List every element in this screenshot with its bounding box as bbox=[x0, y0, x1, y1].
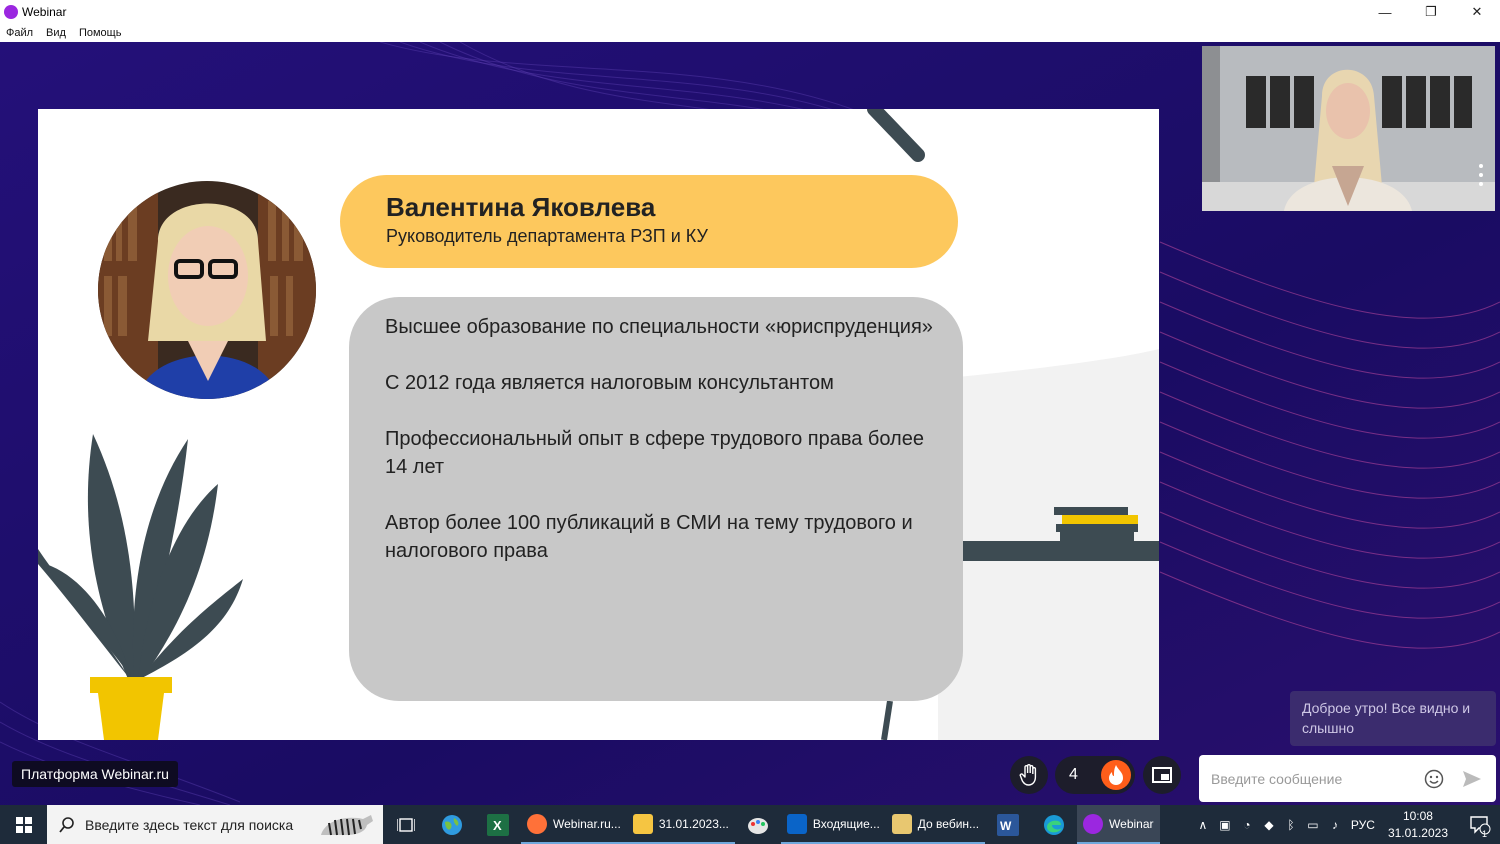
maximize-button[interactable]: ❐ bbox=[1408, 0, 1454, 24]
windows-taskbar: Введите здесь текст для поиска X Webinar… bbox=[0, 805, 1500, 844]
webinar-stage: Валентина Яковлева Руководитель департам… bbox=[0, 42, 1500, 805]
notification-count: 1 bbox=[1481, 829, 1487, 839]
webinar-logo-icon bbox=[4, 5, 18, 19]
emoji-icon[interactable] bbox=[1423, 768, 1445, 790]
menu-file[interactable]: Файл bbox=[6, 27, 33, 39]
edge-icon bbox=[1044, 814, 1065, 835]
battery-icon[interactable]: ▭ bbox=[1302, 805, 1324, 844]
search-highlight-image bbox=[315, 807, 377, 842]
hand-icon bbox=[1019, 764, 1037, 786]
wifi-icon[interactable]: ◔ bbox=[1236, 805, 1258, 844]
speaker-bio-box: Высшее образование по специальности «юри… bbox=[349, 297, 963, 701]
webcam-more-icon[interactable] bbox=[1479, 164, 1483, 186]
raise-hand-button[interactable] bbox=[1010, 756, 1048, 794]
window-controls: — ❐ ✕ bbox=[1362, 0, 1500, 24]
svg-text:W: W bbox=[1000, 819, 1012, 833]
security-icon[interactable]: ◆ bbox=[1258, 805, 1280, 844]
webinar-icon bbox=[1083, 813, 1104, 834]
bluetooth-icon[interactable]: ᛒ bbox=[1280, 805, 1302, 844]
system-tray: ∧ ▣ ◔ ◆ ᛒ ▭ ♪ РУС 10:08 31.01.2023 1 bbox=[1192, 805, 1500, 844]
task-view-icon bbox=[397, 817, 415, 832]
search-placeholder: Введите здесь текст для поиска bbox=[85, 816, 294, 833]
excel-icon: X bbox=[487, 813, 509, 836]
taskbar-globe-app[interactable] bbox=[429, 805, 475, 844]
bio-item: Профессиональный опыт в сфере трудового … bbox=[385, 428, 924, 478]
tray-app-icon[interactable]: ▣ bbox=[1214, 805, 1236, 844]
bio-item: С 2012 года является налоговым консульта… bbox=[385, 372, 834, 394]
minimize-button[interactable]: — bbox=[1362, 0, 1408, 24]
speaker-role: Руководитель департамента РЗП и КУ bbox=[386, 226, 708, 246]
paint-icon bbox=[747, 817, 768, 834]
windows-icon bbox=[15, 816, 32, 833]
presentation-slide: Валентина Яковлева Руководитель департам… bbox=[38, 109, 1159, 740]
taskbar-app-folder[interactable]: 31.01.2023... bbox=[626, 805, 735, 844]
bio-item: Высшее образование по специальности «юри… bbox=[385, 316, 933, 338]
chevron-up-icon[interactable]: ∧ bbox=[1192, 805, 1214, 844]
chat-message: Доброе утро! Все видно и слышно bbox=[1290, 691, 1496, 746]
presenter-webcam[interactable] bbox=[1202, 46, 1495, 211]
task-view-button[interactable] bbox=[383, 805, 429, 844]
menu-help[interactable]: Помощь bbox=[79, 27, 122, 39]
reaction-count: 4 bbox=[1069, 766, 1078, 783]
reactions-button[interactable]: 4 bbox=[1055, 756, 1135, 794]
taskbar-clock[interactable]: 10:08 31.01.2023 bbox=[1388, 808, 1448, 842]
screen-icon bbox=[1152, 767, 1172, 783]
start-button[interactable] bbox=[0, 805, 47, 844]
language-indicator[interactable]: РУС bbox=[1346, 805, 1380, 844]
speaker-name: Валентина Яковлева bbox=[386, 192, 656, 222]
word-icon: W bbox=[997, 813, 1020, 836]
menu-view[interactable]: Вид bbox=[46, 27, 66, 39]
taskbar-paint-app[interactable] bbox=[735, 805, 781, 844]
chat-input-container bbox=[1199, 755, 1496, 802]
svg-text:X: X bbox=[493, 818, 502, 833]
firefox-icon bbox=[527, 813, 547, 834]
globe-icon bbox=[442, 814, 462, 835]
taskbar-app-mail[interactable]: До вебин... bbox=[885, 805, 986, 844]
taskbar-edge-app[interactable] bbox=[1031, 805, 1077, 844]
send-icon[interactable] bbox=[1461, 768, 1483, 790]
taskbar-app-firefox[interactable]: Webinar.ru... bbox=[521, 805, 627, 844]
notification-center-button[interactable]: 1 bbox=[1460, 815, 1500, 839]
volume-icon[interactable]: ♪ bbox=[1324, 805, 1346, 844]
clock-date: 31.01.2023 bbox=[1387, 825, 1448, 840]
taskbar-word-app[interactable]: W bbox=[985, 805, 1031, 844]
taskbar-app-outlook[interactable]: Входящие... bbox=[780, 805, 886, 844]
taskbar-app-webinar[interactable]: Webinar bbox=[1077, 805, 1160, 844]
speaker-photo bbox=[98, 181, 316, 399]
mail-icon bbox=[891, 813, 912, 834]
platform-branding: Платформа Webinar.ru bbox=[12, 761, 178, 787]
outlook-icon bbox=[786, 813, 807, 834]
bio-item: Автор более 100 публикаций в СМИ на тему… bbox=[385, 512, 913, 562]
picture-in-picture-button[interactable] bbox=[1143, 756, 1181, 794]
taskbar-excel-app[interactable]: X bbox=[475, 805, 521, 844]
search-icon bbox=[59, 816, 74, 833]
window-title: Webinar bbox=[22, 5, 67, 19]
menu-bar: Файл Вид Помощь bbox=[0, 24, 1500, 42]
taskbar-search[interactable]: Введите здесь текст для поиска bbox=[47, 805, 383, 844]
speaker-name-card: Валентина Яковлева Руководитель департам… bbox=[340, 175, 958, 268]
chat-message-input[interactable] bbox=[1199, 755, 1419, 802]
clock-time: 10:08 bbox=[1402, 808, 1433, 823]
title-bar: Webinar — ❐ ✕ bbox=[0, 0, 1500, 24]
fire-icon bbox=[1101, 760, 1131, 790]
close-button[interactable]: ✕ bbox=[1454, 0, 1500, 24]
folder-icon bbox=[632, 813, 653, 834]
notification-icon bbox=[1470, 815, 1491, 834]
